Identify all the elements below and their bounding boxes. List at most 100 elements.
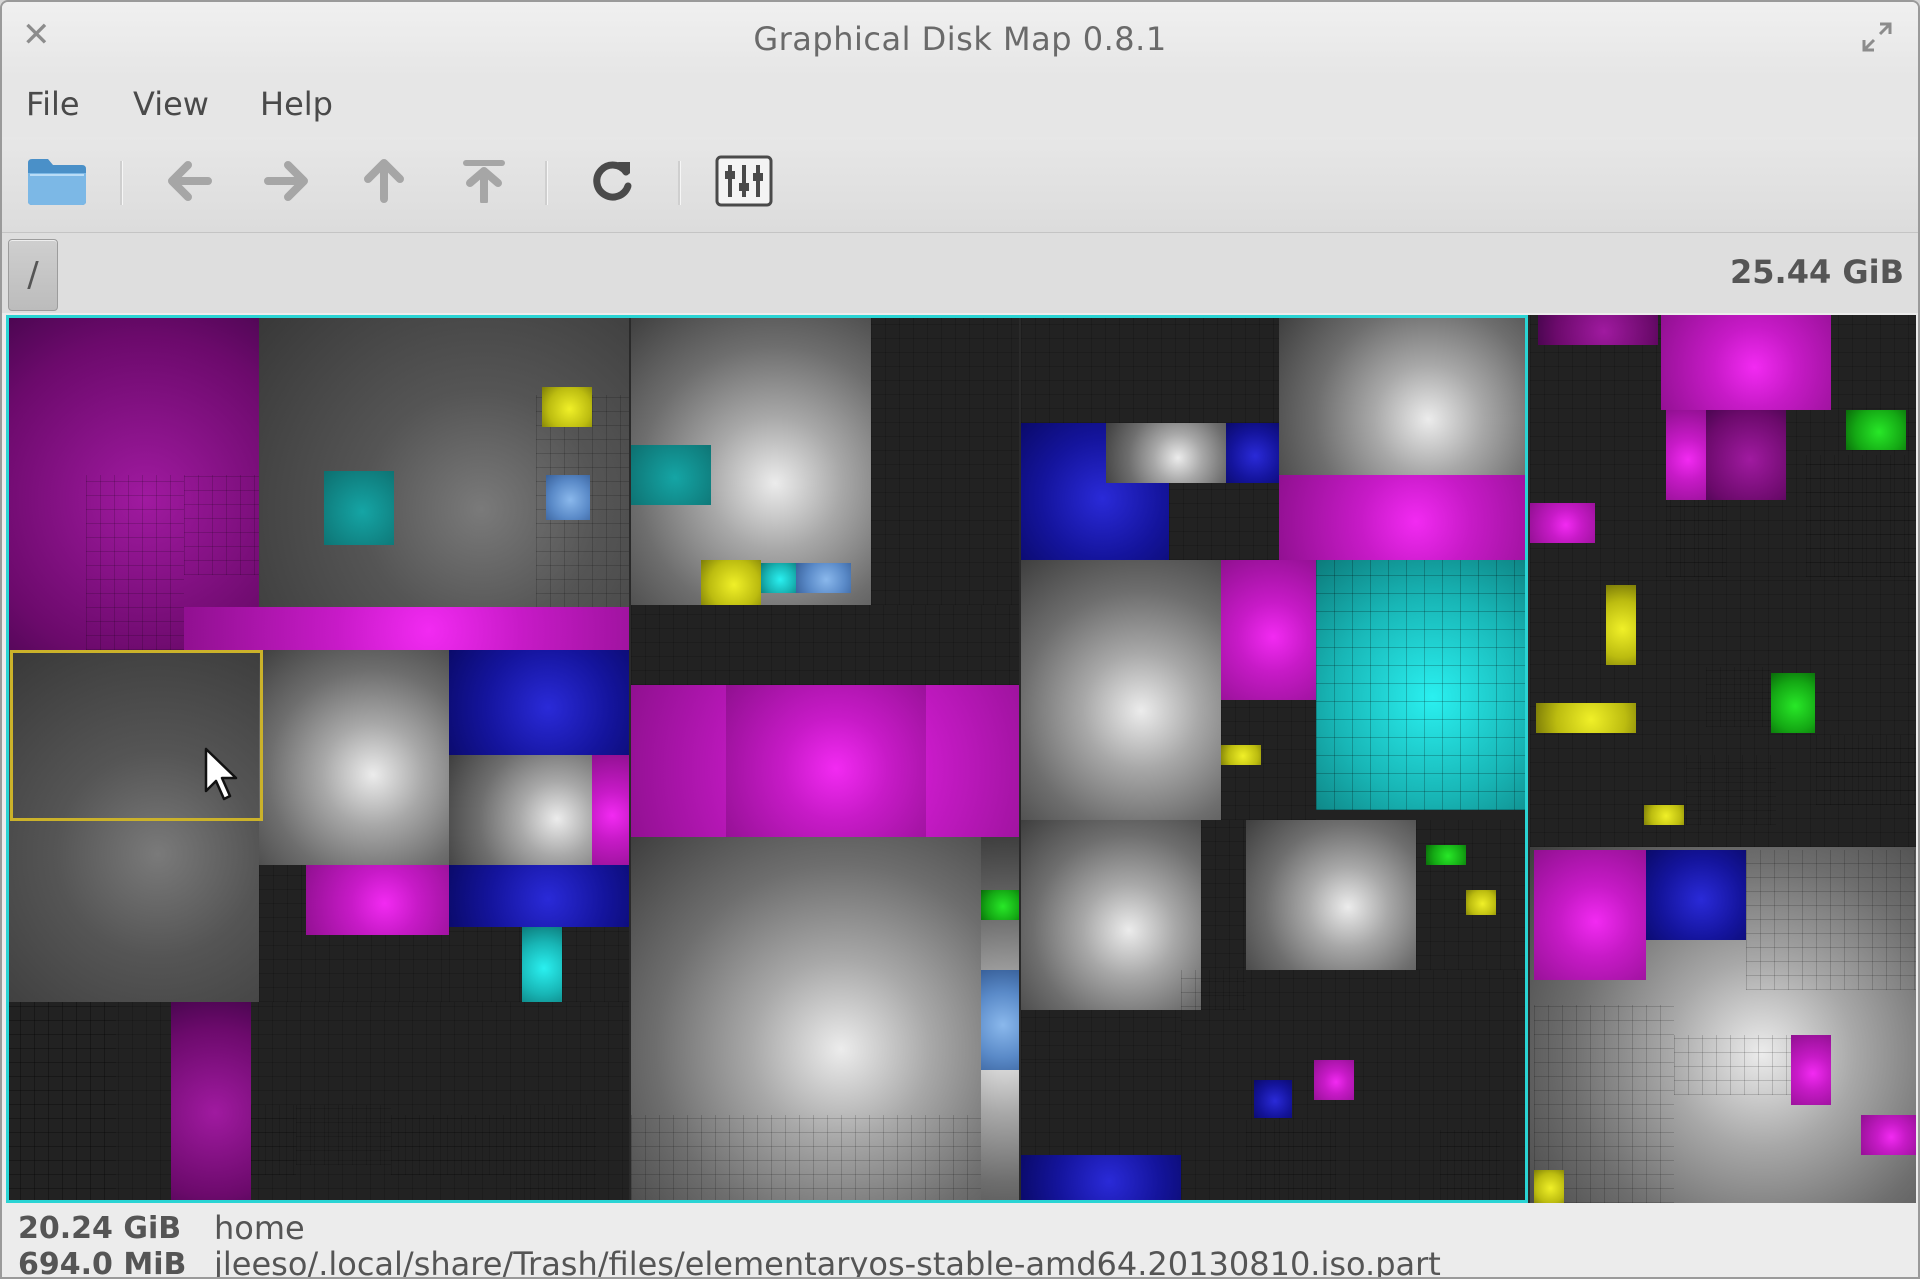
- treemap-tile[interactable]: [1466, 890, 1496, 915]
- treemap-tile[interactable]: [981, 890, 1021, 920]
- treemap-tile[interactable]: [1254, 1080, 1292, 1118]
- treemap-tile[interactable]: [516, 1105, 596, 1203]
- treemap-tile[interactable]: [1791, 1035, 1831, 1105]
- treemap-tile[interactable]: [1221, 560, 1316, 700]
- treemap-tile[interactable]: [631, 445, 711, 505]
- menu-file[interactable]: File: [26, 85, 80, 123]
- open-folder-button[interactable]: [24, 151, 90, 211]
- treemap-tile[interactable]: [1169, 483, 1279, 560]
- treemap-tile[interactable]: [449, 865, 629, 927]
- treemap-divider: [629, 315, 631, 1203]
- toolbar-separator: [545, 161, 548, 205]
- treemap-tile[interactable]: [1536, 703, 1636, 733]
- treemap-tile[interactable]: [1644, 805, 1684, 825]
- treemap-tile[interactable]: [1534, 850, 1646, 980]
- treemap-tile[interactable]: [1021, 1010, 1181, 1060]
- treemap-tile[interactable]: [86, 475, 184, 650]
- app-window: ✕ Graphical Disk Map 0.8.1 File View Hel…: [0, 0, 1920, 1279]
- path-bar: / 25.44 GiB: [2, 233, 1918, 313]
- treemap-tile[interactable]: [522, 927, 562, 1002]
- treemap-tile[interactable]: [296, 1105, 391, 1165]
- treemap-tile[interactable]: [1246, 820, 1416, 970]
- up-arrow-icon: [364, 159, 404, 203]
- treemap-tile[interactable]: [1666, 500, 1726, 577]
- path-root-button[interactable]: /: [8, 239, 58, 311]
- treemap-tile[interactable]: [1538, 315, 1658, 345]
- treemap-tile[interactable]: [1426, 845, 1466, 865]
- treemap-tile[interactable]: [1806, 455, 1916, 577]
- treemap-tile[interactable]: [871, 315, 1021, 605]
- treemap-tile[interactable]: [1316, 560, 1528, 810]
- treemap-tile[interactable]: [631, 605, 1021, 685]
- treemap-tile[interactable]: [1686, 755, 1776, 825]
- treemap-tile[interactable]: [796, 563, 851, 593]
- refresh-icon: [593, 161, 632, 201]
- toolbar-separator: [120, 161, 123, 205]
- treemap-tile[interactable]: [761, 563, 796, 593]
- treemap-tile[interactable]: [562, 927, 629, 1002]
- treemap-tile[interactable]: [1440, 1130, 1500, 1203]
- refresh-button[interactable]: [583, 151, 643, 211]
- preferences-button[interactable]: [714, 151, 774, 211]
- treemap-tile[interactable]: [1021, 315, 1279, 423]
- treemap-tile[interactable]: [391, 1115, 516, 1175]
- treemap-tile[interactable]: [6, 1002, 116, 1203]
- forward-button[interactable]: [256, 151, 316, 211]
- treemap-tile[interactable]: [1706, 667, 1771, 727]
- treemap-tile[interactable]: [324, 471, 394, 545]
- treemap-tile[interactable]: [1846, 410, 1906, 450]
- treemap-tile[interactable]: [1861, 1115, 1916, 1155]
- treemap-tile[interactable]: [449, 650, 629, 755]
- treemap-tile[interactable]: [1666, 410, 1706, 500]
- treemap-tile[interactable]: [546, 475, 590, 520]
- treemap-tile[interactable]: [1246, 1120, 1336, 1203]
- toolbar-separator: [678, 161, 681, 205]
- treemap-tile[interactable]: [1646, 850, 1746, 940]
- treemap-tile[interactable]: [1606, 585, 1636, 665]
- top-button[interactable]: [454, 151, 514, 211]
- treemap-tile[interactable]: [1534, 1170, 1564, 1203]
- menu-help[interactable]: Help: [260, 85, 333, 123]
- treemap-tile[interactable]: [701, 560, 761, 605]
- treemap-tile[interactable]: [592, 755, 629, 865]
- treemap-tile[interactable]: [542, 387, 592, 427]
- forward-arrow-icon: [264, 161, 308, 201]
- title-bar[interactable]: ✕ Graphical Disk Map 0.8.1: [2, 2, 1918, 77]
- treemap-tile[interactable]: [6, 650, 259, 1002]
- treemap-tile[interactable]: [1221, 745, 1261, 765]
- status-bar: 20.24 GiB home 694.0 MiB jleeso/.local/s…: [2, 1205, 1918, 1279]
- treemap-tile[interactable]: [1279, 315, 1528, 495]
- treemap-tile[interactable]: [1021, 1155, 1181, 1203]
- disk-treemap[interactable]: [6, 315, 1916, 1203]
- back-button[interactable]: [160, 151, 220, 211]
- treemap-tile[interactable]: [631, 1115, 981, 1203]
- treemap-tile[interactable]: [1021, 820, 1201, 1010]
- treemap-tile[interactable]: [1106, 423, 1226, 483]
- treemap-tile[interactable]: [1226, 423, 1279, 483]
- treemap-tile[interactable]: [1314, 1060, 1354, 1100]
- treemap-tile[interactable]: [1021, 560, 1221, 820]
- treemap-tile[interactable]: [1279, 475, 1528, 560]
- window-title: Graphical Disk Map 0.8.1: [753, 20, 1167, 58]
- treemap-tile[interactable]: [726, 685, 926, 837]
- treemap-tile[interactable]: [981, 970, 1021, 1070]
- selected-name: home: [214, 1209, 305, 1247]
- up-button[interactable]: [354, 151, 414, 211]
- treemap-tile[interactable]: [1530, 503, 1595, 543]
- treemap-tile[interactable]: [259, 650, 449, 865]
- settings-sliders-icon: [715, 155, 773, 207]
- treemap-tile[interactable]: [184, 475, 259, 575]
- treemap-tile[interactable]: [449, 927, 522, 1002]
- treemap-tile[interactable]: [1816, 735, 1916, 805]
- treemap-tile[interactable]: [1706, 410, 1786, 500]
- treemap-tile[interactable]: [306, 865, 449, 935]
- treemap-tile[interactable]: [1661, 315, 1831, 410]
- treemap-tile[interactable]: [171, 1002, 251, 1203]
- treemap-tile[interactable]: [251, 1105, 296, 1175]
- maximize-icon[interactable]: [1860, 20, 1894, 54]
- treemap-tile[interactable]: [1771, 673, 1815, 733]
- treemap-tile[interactable]: [1746, 850, 1916, 990]
- treemap-tile[interactable]: [184, 607, 629, 650]
- hover-size: 694.0 MiB: [18, 1247, 187, 1279]
- menu-view[interactable]: View: [133, 85, 209, 123]
